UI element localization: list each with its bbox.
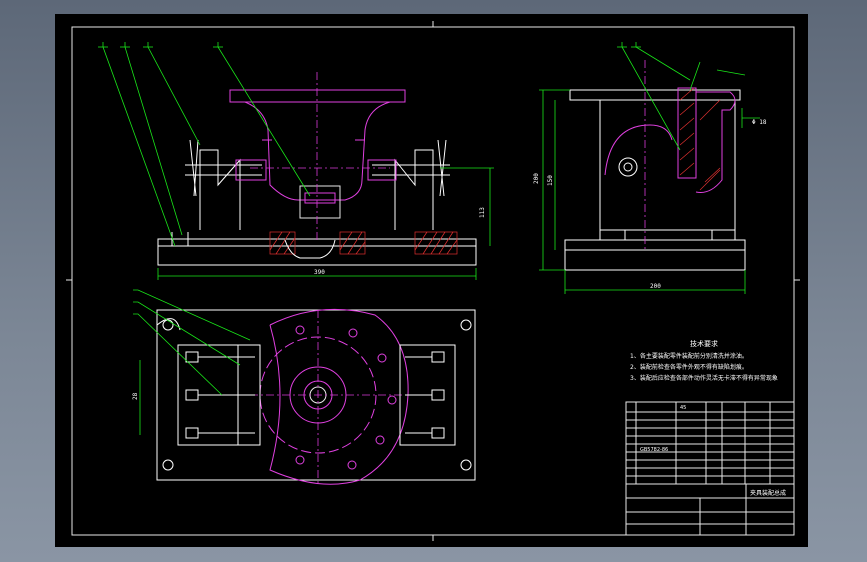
outer-border xyxy=(71,26,795,536)
tech-req-item-2: 2、装配前检查各零件外观不得有缺陷划痕。 xyxy=(630,363,748,371)
tech-req-item-1: 1、各主要装配零件装配前分别清洗并涂油。 xyxy=(630,352,748,360)
material-cell: 45 xyxy=(680,405,686,411)
side-leaders xyxy=(617,42,746,151)
side-view: 200 200 150 Φ 18 xyxy=(533,60,767,294)
plan-view: 28 xyxy=(132,308,476,485)
drawing-sheet: 390 113 200 200 150 Φ 18 28 技术要求 1、各主要装配… xyxy=(55,14,808,547)
title-block: 夹具装配总成 GB5782-86 45 xyxy=(625,401,795,536)
side-width-dim: 200 xyxy=(650,283,661,290)
front-width-dim: 390 xyxy=(314,269,325,276)
cad-viewport[interactable]: 390 113 200 200 150 Φ 18 28 技术要求 1、各主要装配… xyxy=(0,0,867,562)
standard-cell: GB5782-86 xyxy=(640,447,668,453)
plan-leaders xyxy=(133,289,251,396)
side-diameter-dim: Φ 18 xyxy=(752,119,767,126)
technical-requirements: 技术要求 1、各主要装配零件装配前分别清洗并涂油。 2、装配前检查各零件外观不得… xyxy=(630,339,778,382)
plan-height-dim: 28 xyxy=(132,392,139,400)
drawing-name: 夹具装配总成 xyxy=(750,489,786,497)
front-height-dim: 113 xyxy=(479,207,486,218)
front-leaders xyxy=(98,42,311,247)
tech-req-item-3: 3、装配后应检查各部件动作灵活无卡滞不得有异常现象 xyxy=(630,374,778,382)
cad-drawing: 390 113 200 200 150 Φ 18 28 技术要求 1、各主要装配… xyxy=(66,21,800,541)
side-height-inner-dim: 150 xyxy=(547,175,554,186)
side-height-outer-dim: 200 xyxy=(533,173,540,184)
tech-req-title: 技术要求 xyxy=(690,339,718,348)
front-view: 390 113 xyxy=(157,72,494,280)
